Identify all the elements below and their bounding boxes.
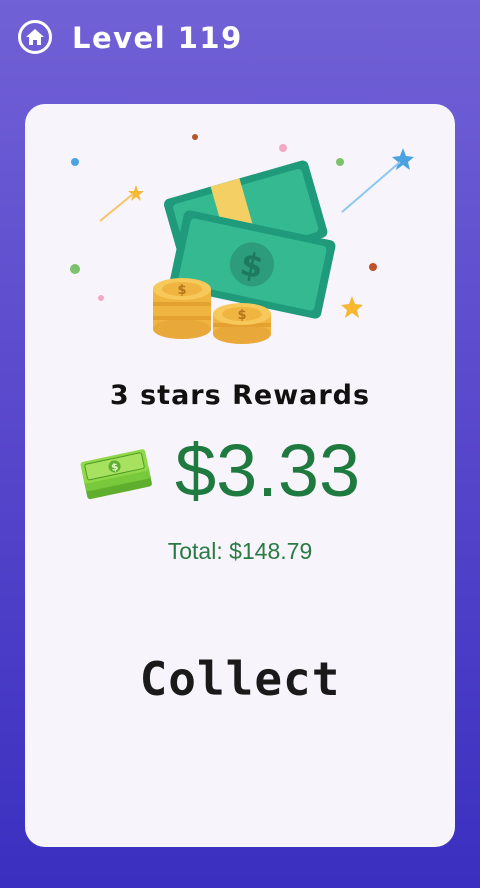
money-illustration: $ $ $: [70, 134, 414, 344]
reward-card: $ $ $ 3 stars Rewards $ $3.33 Total: $14…: [25, 104, 455, 847]
top-bar: Level 119: [0, 0, 480, 80]
reward-amount: $3.33: [175, 429, 361, 512]
svg-text:$: $: [237, 308, 246, 323]
rewards-title: 3 stars Rewards: [109, 380, 371, 411]
total-balance: Total: $148.79: [167, 538, 313, 564]
home-button[interactable]: [18, 20, 52, 54]
level-title: Level 119: [72, 21, 243, 55]
cash-stack-icon: $: [80, 449, 152, 500]
home-icon: [26, 29, 44, 45]
collect-button[interactable]: Collect: [120, 644, 360, 714]
svg-text:$: $: [177, 283, 186, 298]
